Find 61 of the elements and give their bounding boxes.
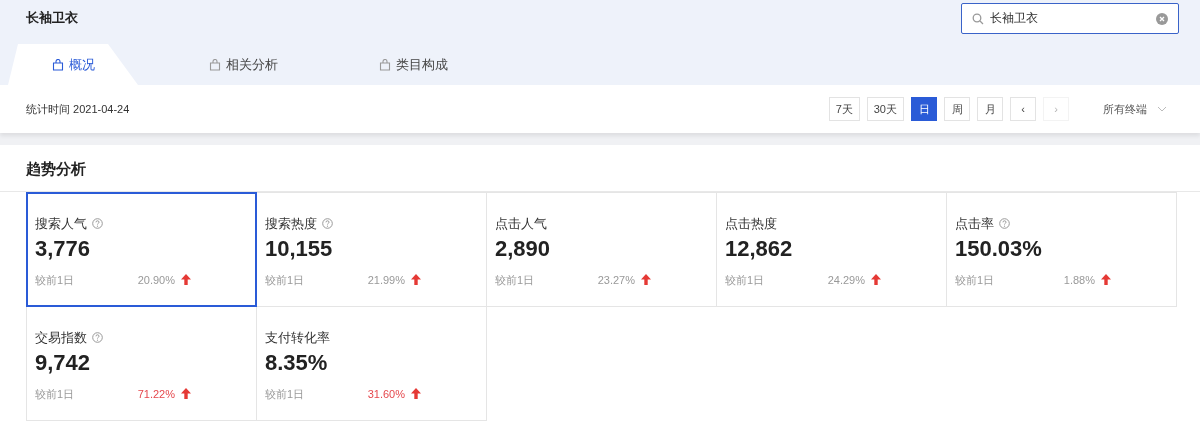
arrow-up-icon [411,388,421,400]
period-button[interactable]: 周 [944,97,970,121]
tab[interactable]: 类目构成 [348,44,478,85]
period-button[interactable]: 月 [977,97,1003,121]
metric-name: 点击率 [955,215,994,233]
tab[interactable]: 概况 [8,44,138,85]
metric-value: 8.35% [265,348,329,377]
period-button[interactable]: 30天 [866,97,904,121]
search-field[interactable]: 长袖卫衣 [961,3,1179,34]
compare-label: 较前1日 [265,386,306,402]
arrow-up-icon [181,388,191,400]
metric-name: 支付转化率 [265,329,330,347]
metric-name: 点击热度 [725,215,777,233]
metric-value: 9,742 [35,348,92,377]
section-title: 趋势分析 [0,145,1200,192]
metric-name: 搜索人气 [35,215,87,233]
metric-name: 搜索热度 [265,215,317,233]
search-icon [972,13,984,25]
tab[interactable]: 相关分析 [178,44,308,85]
arrow-up-icon [641,274,651,286]
change-percent: 20.90% [136,272,175,288]
period-button[interactable]: ‹ [1010,97,1036,121]
arrow-up-icon [1101,274,1111,286]
period-button[interactable]: 7天 [828,97,860,121]
metric-name: 交易指数 [35,329,87,347]
metric-name: 点击人气 [495,215,547,233]
change-percent: 23.27% [596,272,635,288]
metric-value: 12,862 [725,234,794,263]
metric-card[interactable]: 交易指数 9,742 较前1日 71.22% [26,306,257,421]
compare-label: 较前1日 [495,272,536,288]
metric-value: 10,155 [265,234,334,263]
metric-value: 150.03% [955,234,1043,263]
terminal-dropdown[interactable]: 所有终端 [1103,100,1167,118]
compare-label: 较前1日 [35,386,76,402]
metric-card[interactable]: 点击率 150.03% 较前1日 1.88% [946,192,1177,307]
metric-card[interactable]: 搜索人气 3,776 较前1日 20.90% [26,192,257,307]
compare-label: 较前1日 [955,272,996,288]
bag-icon [208,58,221,71]
metric-card[interactable]: 支付转化率 8.35% 较前1日 31.60% [256,306,487,421]
bag-icon [51,58,64,71]
clear-icon[interactable] [1156,13,1168,25]
page-title: 长袖卫衣 [26,9,78,27]
chevron-down-icon [1157,106,1167,112]
change-percent: 21.99% [366,272,405,288]
metric-value: 3,776 [35,234,92,263]
arrow-up-icon [411,274,421,286]
metric-card[interactable]: 点击热度 12,862 较前1日 24.29% [716,192,947,307]
change-percent: 31.60% [366,386,405,402]
compare-label: 较前1日 [725,272,766,288]
arrow-up-icon [871,274,881,286]
compare-label: 较前1日 [35,272,76,288]
metric-value: 2,890 [495,234,552,263]
change-percent: 1.88% [1062,272,1095,288]
change-percent: 24.29% [826,272,865,288]
metric-card[interactable]: 点击人气 2,890 较前1日 23.27% [486,192,717,307]
arrow-up-icon [181,274,191,286]
bag-icon [378,58,391,71]
compare-label: 较前1日 [265,272,306,288]
change-percent: 71.22% [136,386,175,402]
stat-time: 统计时间 2021-04-24 [26,101,130,117]
period-button[interactable]: 日 [911,97,937,121]
